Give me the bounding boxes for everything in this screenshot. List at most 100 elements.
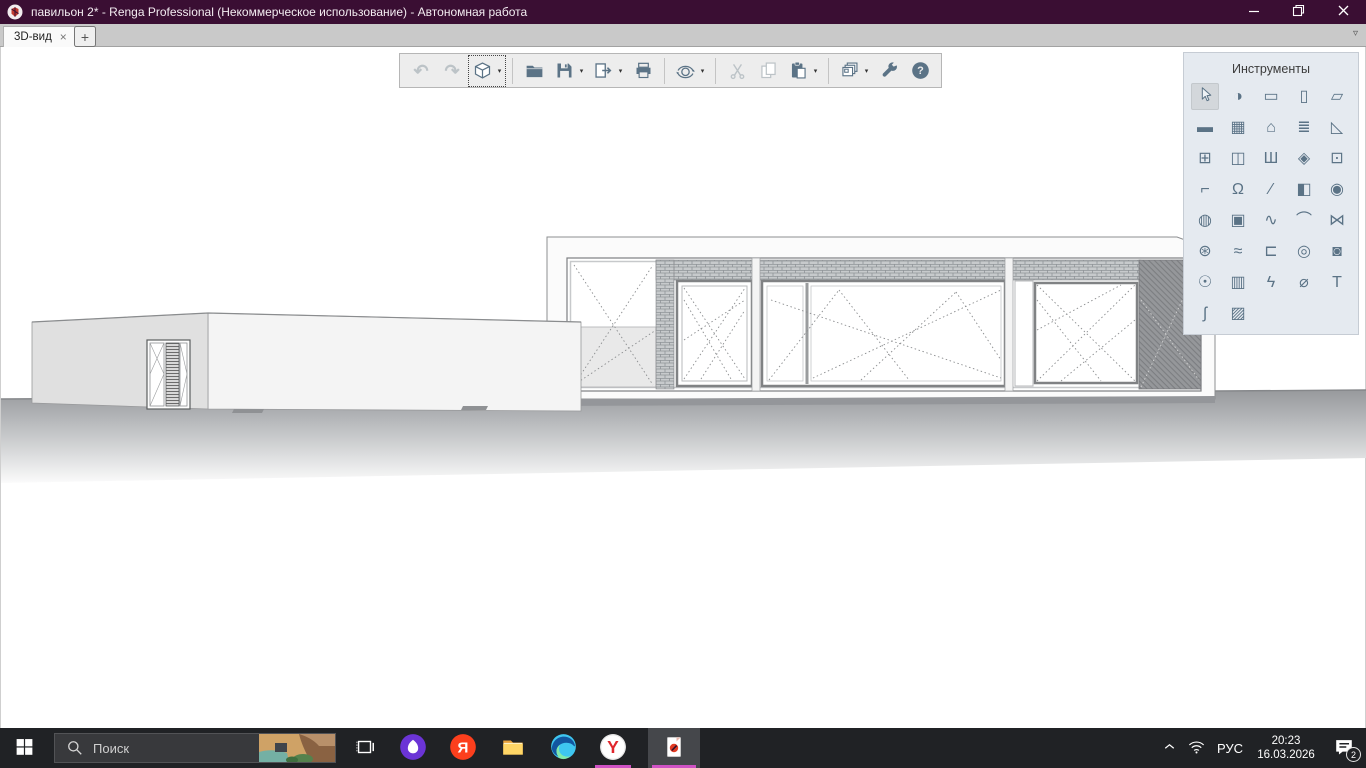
tool-duct-fitting[interactable]: ⊏	[1257, 238, 1285, 265]
dropdown-arrow-icon[interactable]: ▾	[577, 67, 586, 75]
tool-electrical-socket[interactable]: ◙	[1323, 238, 1351, 265]
tool-wall[interactable]: ▭	[1257, 83, 1285, 110]
tray-chevron-button[interactable]	[1156, 728, 1182, 768]
tool-select[interactable]	[1191, 83, 1219, 110]
renga-app-icon	[7, 4, 23, 20]
door-icon: ◫	[1230, 151, 1245, 167]
plate-icon: ⌐	[1200, 182, 1209, 198]
new-tab-button[interactable]: +	[74, 26, 96, 47]
tool-equipment[interactable]: ◧	[1290, 176, 1318, 203]
minimize-button[interactable]	[1231, 0, 1276, 24]
tool-ventilation-equipment[interactable]: ⊛	[1191, 238, 1219, 265]
copy-button[interactable]	[755, 57, 781, 85]
redo-button[interactable]: ↷	[439, 57, 465, 85]
tool-axis-line[interactable]: ∕	[1257, 176, 1285, 203]
tool-light-fixture[interactable]: ☉	[1191, 269, 1219, 296]
restore-button[interactable]	[1276, 0, 1321, 24]
print-button[interactable]	[630, 57, 656, 85]
tool-text[interactable]: T	[1323, 269, 1351, 296]
dropdown-arrow-icon[interactable]: ▾	[811, 67, 820, 75]
tool-electrical-panel[interactable]: ▥	[1224, 269, 1252, 296]
toolbar-separator	[664, 58, 665, 84]
export-button[interactable]: ▾	[591, 57, 625, 85]
start-button[interactable]	[0, 728, 48, 768]
taskbar-app-alice[interactable]	[398, 728, 428, 768]
text-icon: T	[1332, 275, 1342, 291]
help-button[interactable]: ?	[907, 57, 933, 85]
tool-hatch[interactable]: ▨	[1224, 300, 1252, 327]
pipe-accessory-icon: ⋈	[1329, 213, 1345, 229]
tool-duct-accessory[interactable]: ◎	[1290, 238, 1318, 265]
view-3d-button[interactable]: ▾	[470, 57, 504, 85]
window-icon: ⊞	[1198, 151, 1211, 167]
orbit-icon	[673, 59, 697, 83]
3d-viewport[interactable]	[1, 47, 1366, 728]
tool-stairs[interactable]: ≣	[1290, 114, 1318, 141]
language-indicator[interactable]: РУС	[1210, 728, 1250, 768]
view-tab-bar: 3D-вид × + ▿	[0, 24, 1366, 47]
tool-foundation-slab[interactable]: ▦	[1224, 114, 1252, 141]
tool-column[interactable]: ▯	[1290, 83, 1318, 110]
restore-icon	[1292, 4, 1305, 20]
tool-isolated-foundation[interactable]: Ω	[1224, 176, 1252, 203]
tool-wiring-route[interactable]: ϟ	[1257, 269, 1285, 296]
tool-door[interactable]: ◫	[1224, 145, 1252, 172]
wall-icon: ▭	[1263, 89, 1278, 105]
tool-window[interactable]: ⊞	[1191, 145, 1219, 172]
tool-plate[interactable]: ⌐	[1191, 176, 1219, 203]
paste-button[interactable]: ▾	[786, 57, 820, 85]
tool-mep-equipment[interactable]: ◉	[1323, 176, 1351, 203]
tool-beam[interactable]: ▱	[1323, 83, 1351, 110]
electrical-socket-icon: ◙	[1332, 244, 1342, 260]
tool-floor[interactable]: ▬	[1191, 114, 1219, 141]
cut-button[interactable]	[724, 57, 750, 85]
pinned-apps: ЯY	[398, 728, 700, 768]
taskbar-app-edge[interactable]	[548, 728, 578, 768]
taskbar-app-file-explorer[interactable]	[498, 728, 528, 768]
tool-plumbing-fixture[interactable]: ◍	[1191, 207, 1219, 234]
undo-button[interactable]: ↶	[408, 57, 434, 85]
save-icon	[552, 59, 576, 83]
dropdown-arrow-icon[interactable]: ▾	[616, 67, 625, 75]
settings-button[interactable]	[876, 57, 902, 85]
drawings-button[interactable]: ▾	[837, 57, 871, 85]
mep-equipment-icon: ◉	[1330, 182, 1344, 198]
wifi-button[interactable]	[1182, 728, 1210, 768]
search-input[interactable]: Поиск	[54, 733, 336, 763]
dropdown-arrow-icon[interactable]: ▾	[495, 67, 504, 75]
close-button[interactable]	[1321, 0, 1366, 24]
tab-3d-view[interactable]: 3D-вид ×	[3, 26, 76, 47]
tool-railing[interactable]: Ш	[1257, 145, 1285, 172]
open-button[interactable]	[521, 57, 547, 85]
notification-center-button[interactable]: 2	[1322, 728, 1366, 768]
tool-pipe-accessory[interactable]: ⋈	[1323, 207, 1351, 234]
taskbar: Поиск ЯY РУС 20:2316.03.2026 2	[0, 728, 1366, 768]
tool-ramp[interactable]: ◺	[1323, 114, 1351, 141]
tool-roof[interactable]: ⌂	[1257, 114, 1285, 141]
paste-icon	[786, 59, 810, 83]
tool-pipe-fitting[interactable]: ⌒	[1290, 207, 1318, 234]
tool-truss[interactable]: ◈	[1290, 145, 1318, 172]
taskbar-app-yandex-browser[interactable]: Y	[598, 728, 628, 768]
save-button[interactable]: ▾	[552, 57, 586, 85]
tool-sanitary-equipment[interactable]: ▣	[1224, 207, 1252, 234]
taskbar-app-yandex-start[interactable]: Я	[448, 728, 478, 768]
clock[interactable]: 20:2316.03.2026	[1250, 728, 1322, 768]
dropdown-arrow-icon[interactable]: ▾	[698, 67, 707, 75]
task-view-button[interactable]	[345, 728, 385, 768]
tool-assembly[interactable]: ⊡	[1323, 145, 1351, 172]
tab-close-icon[interactable]: ×	[60, 30, 67, 44]
orbit-button[interactable]: ▾	[673, 57, 707, 85]
tool-pipe-route[interactable]: ∿	[1257, 207, 1285, 234]
taskbar-app-renga[interactable]	[648, 728, 700, 768]
tool-duct-route[interactable]: ≈	[1224, 238, 1252, 265]
tab-overflow-icon[interactable]: ▿	[1353, 28, 1358, 39]
tool-route-curve[interactable]: ʃ	[1191, 300, 1219, 327]
ramp-icon: ◺	[1331, 120, 1343, 136]
tool-dimension[interactable]: ⌀	[1290, 269, 1318, 296]
tool-object-styles[interactable]: ◑	[1224, 83, 1252, 110]
export-icon	[591, 59, 615, 83]
wiring-route-icon: ϟ	[1267, 275, 1275, 291]
weather-widget-image[interactable]	[259, 734, 335, 762]
dropdown-arrow-icon[interactable]: ▾	[862, 67, 871, 75]
